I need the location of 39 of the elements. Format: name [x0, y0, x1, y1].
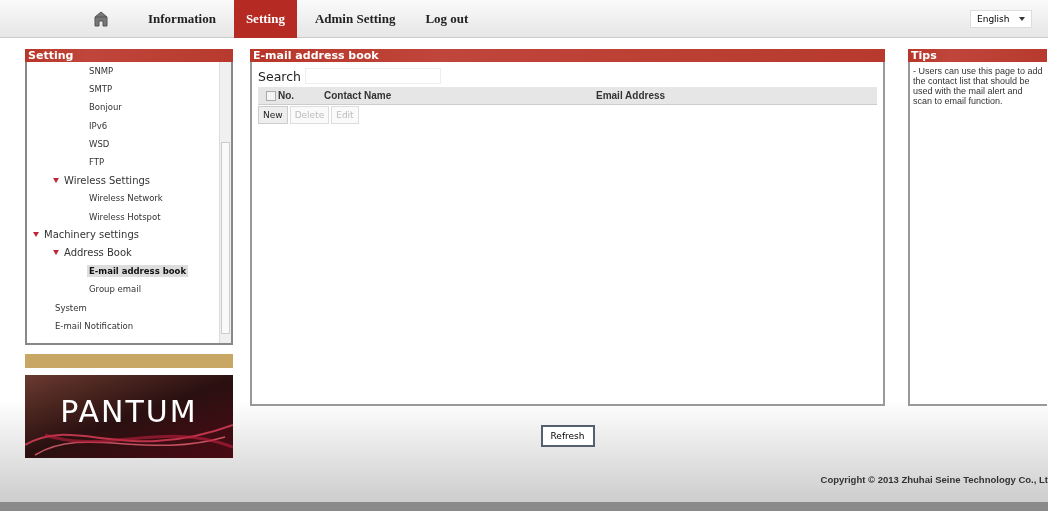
nav-tab[interactable]: Log out: [413, 0, 481, 38]
expanded-triangle-icon[interactable]: [53, 177, 59, 183]
panel-title: E-mail address book: [253, 49, 379, 62]
column-header: Contact Name: [324, 90, 393, 101]
tree-item[interactable]: IPv6: [87, 119, 110, 132]
tree-folder-item[interactable]: Machinery settings: [44, 229, 139, 241]
home-icon[interactable]: [94, 10, 108, 27]
action-button[interactable]: New: [258, 106, 288, 124]
tree-item[interactable]: System: [53, 301, 89, 314]
tree-item[interactable]: E-mail address book: [87, 265, 189, 278]
panel-title: Setting: [28, 49, 74, 62]
logo-text: PANTUM: [60, 394, 198, 430]
copyright-text: Copyright © 2013 Zhuhai Seine Technology Co., Lt: [820, 474, 1048, 486]
tree-item[interactable]: E-mail Notification: [53, 319, 136, 332]
tree-item[interactable]: SMTP: [87, 83, 115, 96]
column-header: Email Address: [596, 90, 666, 101]
scrollbar[interactable]: [219, 62, 231, 343]
panel-title: Tips: [911, 49, 937, 62]
checkbox[interactable]: [266, 90, 276, 101]
expanded-triangle-icon[interactable]: [33, 232, 39, 238]
column-header: No.: [277, 90, 296, 101]
tree-item[interactable]: Group email: [87, 283, 144, 296]
nav-tab[interactable]: Setting: [233, 0, 297, 38]
tree-item[interactable]: Wireless Hotspot: [87, 210, 163, 223]
expanded-triangle-icon[interactable]: [53, 250, 59, 256]
tree-folder-item[interactable]: Address Book: [64, 247, 132, 259]
tree-item[interactable]: FTP: [87, 156, 107, 169]
refresh-button[interactable]: Refresh: [540, 425, 595, 447]
nav-tab[interactable]: Admin Setting: [302, 0, 408, 38]
tips-text: - Users can use this page to add the contact list that should be used with the mail alert and scan to email function.: [913, 66, 1044, 106]
tree-item[interactable]: Bonjour: [87, 101, 124, 114]
tree-item[interactable]: SNMP: [87, 65, 116, 78]
tree-folder-item[interactable]: Wireless Settings: [64, 174, 151, 186]
language-select[interactable]: English: [970, 9, 1032, 28]
search-label: Search: [258, 68, 301, 84]
tree-item[interactable]: WSD: [87, 137, 112, 150]
nav-tab[interactable]: Information: [136, 0, 228, 38]
dropdown-caret-icon: [1019, 16, 1025, 21]
tree-item[interactable]: Wireless Network: [87, 192, 165, 205]
